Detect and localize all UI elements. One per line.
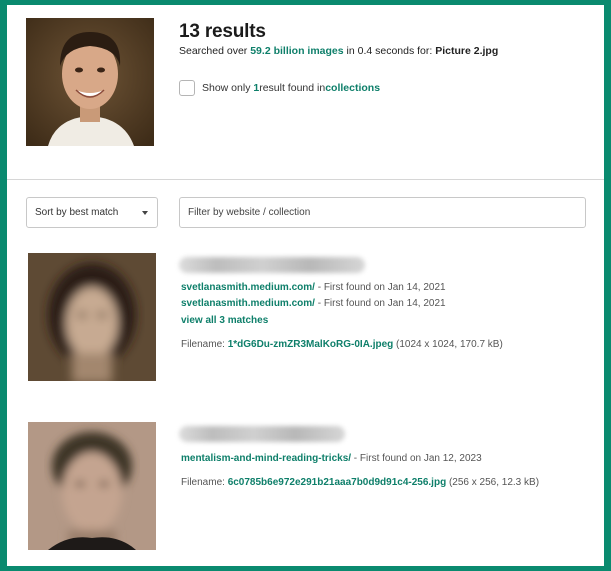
collections-checkbox[interactable]: [179, 80, 195, 96]
chevron-down-icon: [142, 211, 148, 215]
query-image: [26, 18, 154, 146]
blurred-page-title: [179, 257, 365, 273]
section-divider: [7, 179, 604, 180]
query-filename: Picture 2.jpg: [435, 45, 499, 57]
view-all-matches-link[interactable]: view all 3 matches: [181, 315, 268, 326]
index-size-link[interactable]: 59.2 billion images: [250, 45, 343, 57]
filter-input[interactable]: [179, 197, 586, 228]
result-thumbnail[interactable]: [28, 422, 156, 550]
result-filename: Filename: 1*dG6Du-zmZR3MalKoRG-0IA.jpeg …: [181, 339, 503, 350]
result-thumbnail[interactable]: [28, 253, 156, 381]
match-entry: svetlanasmith.medium.com/ - First found …: [181, 282, 446, 293]
results-count: 13 results: [179, 21, 266, 42]
sort-dropdown[interactable]: Sort by best match: [26, 197, 158, 228]
match-site-link[interactable]: mentalism-and-mind-reading-tricks/: [181, 453, 351, 464]
match-entry: mentalism-and-mind-reading-tricks/ - Fir…: [181, 453, 482, 464]
filename-link[interactable]: 6c0785b6e972e291b21aaa7b0d9d91c4-256.jpg: [228, 477, 447, 488]
results-panel: 13 results Searched over 59.2 billion im…: [7, 5, 604, 566]
filename-link[interactable]: 1*dG6Du-zmZR3MalKoRG-0IA.jpeg: [228, 339, 394, 350]
result-filename: Filename: 6c0785b6e972e291b21aaa7b0d9d91…: [181, 477, 540, 488]
search-summary: Searched over 59.2 billion images in 0.4…: [179, 45, 499, 57]
match-site-link[interactable]: svetlanasmith.medium.com/: [181, 298, 315, 309]
blurred-page-title: [179, 426, 345, 442]
collections-link[interactable]: collections: [325, 82, 380, 94]
match-entry: svetlanasmith.medium.com/ - First found …: [181, 298, 446, 309]
collections-filter: Show only 1 result found in collections: [179, 80, 380, 96]
match-site-link[interactable]: svetlanasmith.medium.com/: [181, 282, 315, 293]
